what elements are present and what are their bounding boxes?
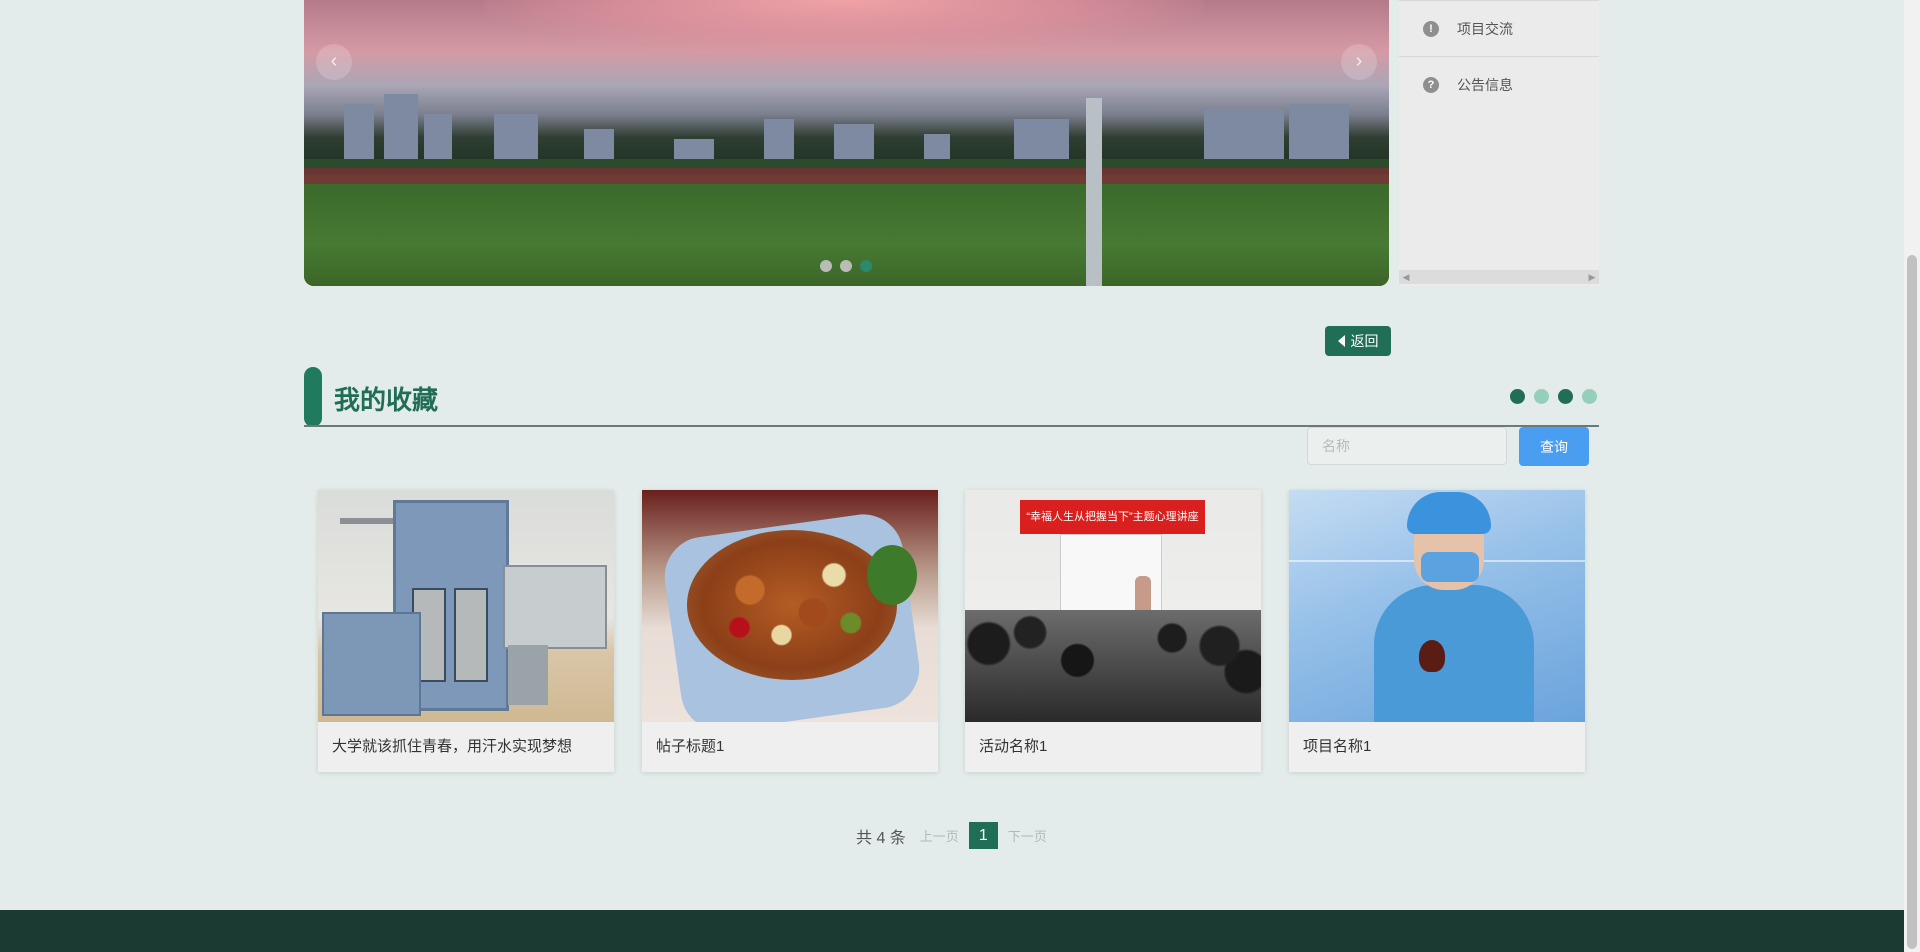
pagination: 共 4 条 上一页 1 下一页 bbox=[856, 822, 1047, 849]
favorite-card[interactable]: “幸福人生从把握当下”主题心理讲座 活动名称1 bbox=[965, 490, 1261, 772]
pagination-current-page[interactable]: 1 bbox=[968, 822, 998, 849]
back-button-label: 返回 bbox=[1350, 333, 1379, 349]
side-menu-item-label: 公告信息 bbox=[1457, 76, 1513, 93]
exclamation-circle-icon: ! bbox=[1423, 20, 1439, 37]
pagination-prev[interactable]: 上一页 bbox=[920, 826, 959, 845]
banner-carousel: ‹ › bbox=[304, 0, 1389, 286]
favorite-card[interactable]: 项目名称1 bbox=[1289, 490, 1585, 772]
card-title: 帖子标题1 bbox=[656, 738, 725, 755]
side-menu: ! 项目交流 ? 公告信息 ◀ ▶ bbox=[1399, 0, 1599, 286]
pagination-total: 共 4 条 bbox=[856, 829, 906, 847]
carousel-dot[interactable] bbox=[840, 260, 852, 272]
question-circle-icon: ? bbox=[1423, 76, 1439, 93]
decorative-dot bbox=[1510, 389, 1525, 404]
side-menu-item-announcements[interactable]: ? 公告信息 bbox=[1399, 56, 1599, 112]
search-button[interactable]: 查询 bbox=[1519, 427, 1589, 466]
horizontal-scrollbar[interactable]: ◀ ▶ bbox=[1399, 270, 1599, 284]
decorative-dot bbox=[1534, 389, 1549, 404]
section-accent-bar bbox=[304, 367, 322, 427]
carousel-dot-active[interactable] bbox=[860, 260, 872, 272]
card-title: 活动名称1 bbox=[979, 738, 1048, 755]
section-decorative-dots bbox=[1510, 389, 1597, 404]
card-title: 项目名称1 bbox=[1303, 738, 1372, 755]
carousel-indicators bbox=[820, 260, 872, 272]
carousel-next-button[interactable]: › bbox=[1341, 44, 1377, 80]
decorative-dot bbox=[1558, 389, 1573, 404]
decorative-dot bbox=[1582, 389, 1597, 404]
scroll-right-icon[interactable]: ▶ bbox=[1585, 270, 1599, 284]
search-name-input[interactable] bbox=[1307, 427, 1507, 465]
card-image-scientist bbox=[1289, 490, 1585, 722]
back-button[interactable]: 返回 bbox=[1325, 326, 1391, 356]
lecture-banner: “幸福人生从把握当下”主题心理讲座 bbox=[1020, 500, 1205, 534]
section-title: 我的收藏 bbox=[334, 385, 439, 415]
scroll-left-icon[interactable]: ◀ bbox=[1399, 270, 1413, 284]
card-title: 大学就该抓住青春，用汗水实现梦想 bbox=[332, 738, 573, 755]
page-scrollbar[interactable] bbox=[1904, 0, 1920, 952]
carousel-prev-button[interactable]: ‹ bbox=[316, 44, 352, 80]
carousel-dot[interactable] bbox=[820, 260, 832, 272]
chevron-left-icon: ‹ bbox=[330, 50, 338, 72]
card-image-food bbox=[642, 490, 938, 722]
card-image-lecture: “幸福人生从把握当下”主题心理讲座 bbox=[965, 490, 1261, 722]
pagination-next[interactable]: 下一页 bbox=[1008, 826, 1047, 845]
footer bbox=[0, 910, 1904, 952]
favorite-card[interactable]: 帖子标题1 bbox=[642, 490, 938, 772]
city-skyline bbox=[304, 94, 1389, 174]
chevron-right-icon: › bbox=[1355, 50, 1363, 72]
light-pole bbox=[1086, 98, 1102, 286]
side-menu-item-project-exchange[interactable]: ! 项目交流 bbox=[1399, 0, 1599, 56]
caret-left-icon bbox=[1337, 335, 1345, 347]
side-menu-item-label: 项目交流 bbox=[1457, 20, 1513, 37]
card-image-lab-equipment bbox=[318, 490, 614, 722]
page-scrollbar-thumb[interactable] bbox=[1907, 255, 1917, 949]
favorite-card[interactable]: 大学就该抓住青春，用汗水实现梦想 bbox=[318, 490, 614, 772]
sky-clouds bbox=[484, 0, 1204, 55]
running-track bbox=[304, 168, 1389, 184]
